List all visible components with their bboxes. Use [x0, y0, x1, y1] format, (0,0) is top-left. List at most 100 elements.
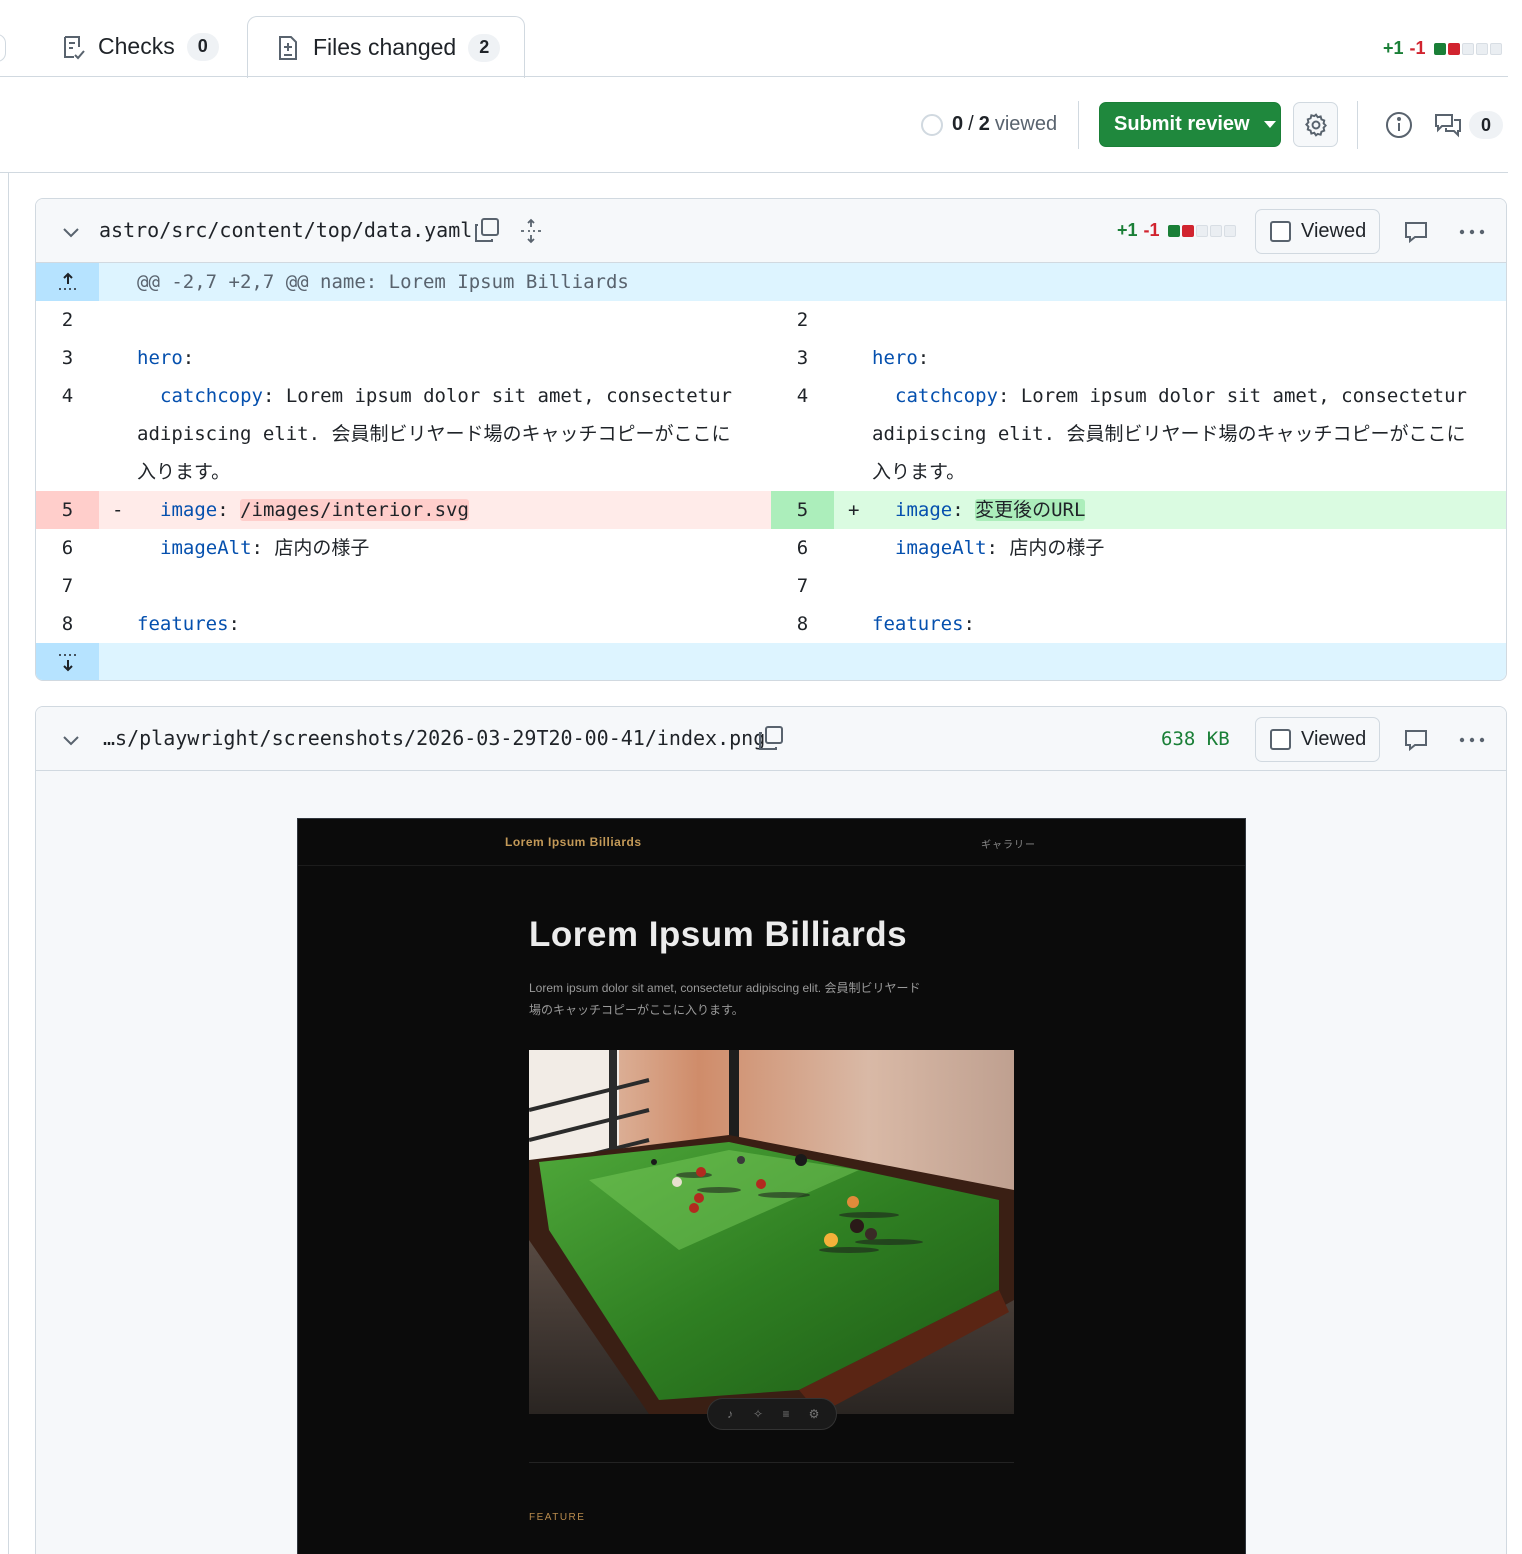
comment-icon[interactable] [1403, 727, 1429, 753]
line-number[interactable]: 2 [36, 309, 99, 331]
yaml-key: image [895, 499, 953, 521]
yaml-key: features [137, 613, 229, 635]
site-nav: Lorem Ipsum Billiards ギャラリー [298, 819, 1245, 866]
expand-up-button[interactable] [36, 263, 99, 301]
submit-review-label: Submit review [1114, 113, 1250, 135]
viewed-separator: / [968, 113, 974, 135]
line-number[interactable]: 8 [36, 613, 99, 635]
yaml-key: imageAlt [895, 537, 987, 559]
info-icon [1386, 112, 1412, 138]
line-number[interactable]: 3 [36, 347, 99, 369]
yaml-key: features [872, 613, 964, 635]
settings-button[interactable] [1293, 102, 1338, 147]
comment-icon[interactable] [1403, 219, 1429, 245]
copy-icon[interactable] [757, 724, 785, 752]
line-number[interactable]: 6 [36, 537, 99, 559]
code-text: 入ります。 [872, 461, 966, 483]
file-diffstat: +1 -1 [1117, 220, 1236, 241]
gear-icon [1304, 112, 1327, 137]
pr-deletions: -1 [1409, 38, 1426, 58]
tab-files-changed[interactable]: Files changed 2 [247, 16, 525, 78]
copy-icon[interactable] [473, 216, 501, 244]
expand-down-button[interactable] [36, 643, 99, 680]
checkbox-icon [1270, 221, 1291, 242]
diff-row-changed: 5 - image: /images/interior.svg 5 + imag… [36, 491, 1506, 529]
unfold-icon[interactable] [518, 218, 544, 244]
file-header: astro/src/content/top/data.yaml +1 -1 Vi… [36, 199, 1506, 263]
checkbox-icon [1270, 729, 1291, 750]
viewed-label: viewed [994, 113, 1058, 135]
pr-tab-bar: Checks 0 Files changed 2 +1 -1 [0, 0, 1522, 78]
line-number[interactable]: 5 [771, 499, 834, 521]
comments-button[interactable]: 0 [1433, 110, 1503, 140]
fold-down-icon [58, 654, 76, 672]
added-text: 変更後のURL [975, 499, 1086, 521]
yaml-key: hero [872, 347, 918, 369]
expand-row [36, 643, 1506, 680]
line-number[interactable]: 3 [771, 347, 834, 369]
file-deletions: -1 [1143, 220, 1160, 240]
diff-row: 6 imageAlt: 店内の様子 6 imageAlt: 店内の様子 [36, 529, 1506, 567]
yaml-key: hero [137, 347, 183, 369]
progress-ring-icon [921, 113, 943, 136]
code-text: 入ります。 [137, 461, 231, 483]
line-number[interactable]: 6 [771, 537, 834, 559]
file-diff-index-png: …s/playwright/screenshots/2026-03-29T20-… [35, 706, 1507, 1554]
code-text: 店内の様子 [262, 537, 370, 559]
diff-marker: - [112, 499, 124, 521]
viewed-button-label: Viewed [1301, 220, 1367, 242]
fold-up-icon [58, 272, 76, 290]
site-section-label: FEATURE [529, 1512, 586, 1523]
kebab-horizontal-icon[interactable] [1458, 219, 1486, 245]
info-button[interactable] [1384, 110, 1414, 140]
divider [1078, 101, 1079, 149]
code-text: Lorem ipsum dolor sit amet, consectetur [274, 385, 732, 407]
diff-row: 3 hero: 3 hero: [36, 339, 1506, 377]
line-number[interactable]: 7 [36, 575, 99, 597]
diff-row: 8 features: 8 features: [36, 605, 1506, 643]
viewed-button-label: Viewed [1301, 728, 1367, 750]
viewed-checkbox-button[interactable]: Viewed [1255, 209, 1380, 254]
cursor-icon[interactable]: ✧ [751, 1407, 765, 1421]
diff-row: 2 2 [36, 301, 1506, 339]
comment-discussion-icon [1435, 114, 1461, 138]
file-path[interactable]: astro/src/content/top/data.yaml [99, 218, 472, 242]
bell-icon[interactable]: ♪ [723, 1407, 737, 1421]
hunk-header-text: @@ -2,7 +2,7 @@ name: Lorem Ipsum Billia… [137, 271, 629, 293]
pr-diffstat: +1 -1 [1383, 38, 1502, 59]
search-list-icon[interactable]: ≡ [779, 1407, 793, 1421]
code-text: 店内の様子 [997, 537, 1105, 559]
yaml-key: catchcopy [160, 385, 263, 407]
code-text: Lorem ipsum dolor sit amet, consectetur [1009, 385, 1467, 407]
file-header: …s/playwright/screenshots/2026-03-29T20-… [36, 707, 1506, 771]
tab-partial-left[interactable] [0, 34, 6, 62]
image-preview-area: Lorem Ipsum Billiards ギャラリー Lorem Ipsum … [36, 771, 1506, 1554]
tab-checks[interactable]: Checks 0 [60, 16, 219, 77]
diff-marker: + [848, 499, 860, 521]
yaml-key: catchcopy [895, 385, 998, 407]
file-path[interactable]: …s/playwright/screenshots/2026-03-29T20-… [103, 726, 765, 750]
viewed-checkbox-button[interactable]: Viewed [1255, 717, 1380, 762]
kebab-horizontal-icon[interactable] [1458, 727, 1486, 753]
line-number[interactable]: 4 [36, 385, 99, 407]
deleted-line: 5 - image: /images/interior.svg [36, 491, 771, 529]
viewed-progress: 0 / 2 viewed [921, 113, 1057, 136]
chevron-down-icon[interactable] [60, 729, 82, 751]
line-number[interactable]: 8 [771, 613, 834, 635]
yaml-key: imageAlt [160, 537, 252, 559]
site-hero-subtitle: Lorem ipsum dolor sit amet, consectetur … [529, 981, 921, 1017]
gear-icon[interactable]: ⚙ [807, 1407, 821, 1421]
submit-review-button[interactable]: Submit review [1099, 102, 1281, 147]
line-number[interactable]: 7 [771, 575, 834, 597]
billiard-table-photo [529, 1050, 1014, 1414]
line-number[interactable]: 4 [771, 385, 834, 407]
line-number[interactable]: 5 [36, 499, 99, 521]
line-number[interactable]: 2 [771, 309, 834, 331]
diffstat-bar [1167, 224, 1236, 237]
diffstat-bar [1433, 42, 1502, 55]
chevron-down-icon[interactable] [60, 221, 82, 243]
file-size: 638 KB [1161, 728, 1230, 750]
pr-additions: +1 [1383, 38, 1404, 58]
viewed-total: 2 [978, 113, 990, 135]
yaml-key: image [160, 499, 218, 521]
